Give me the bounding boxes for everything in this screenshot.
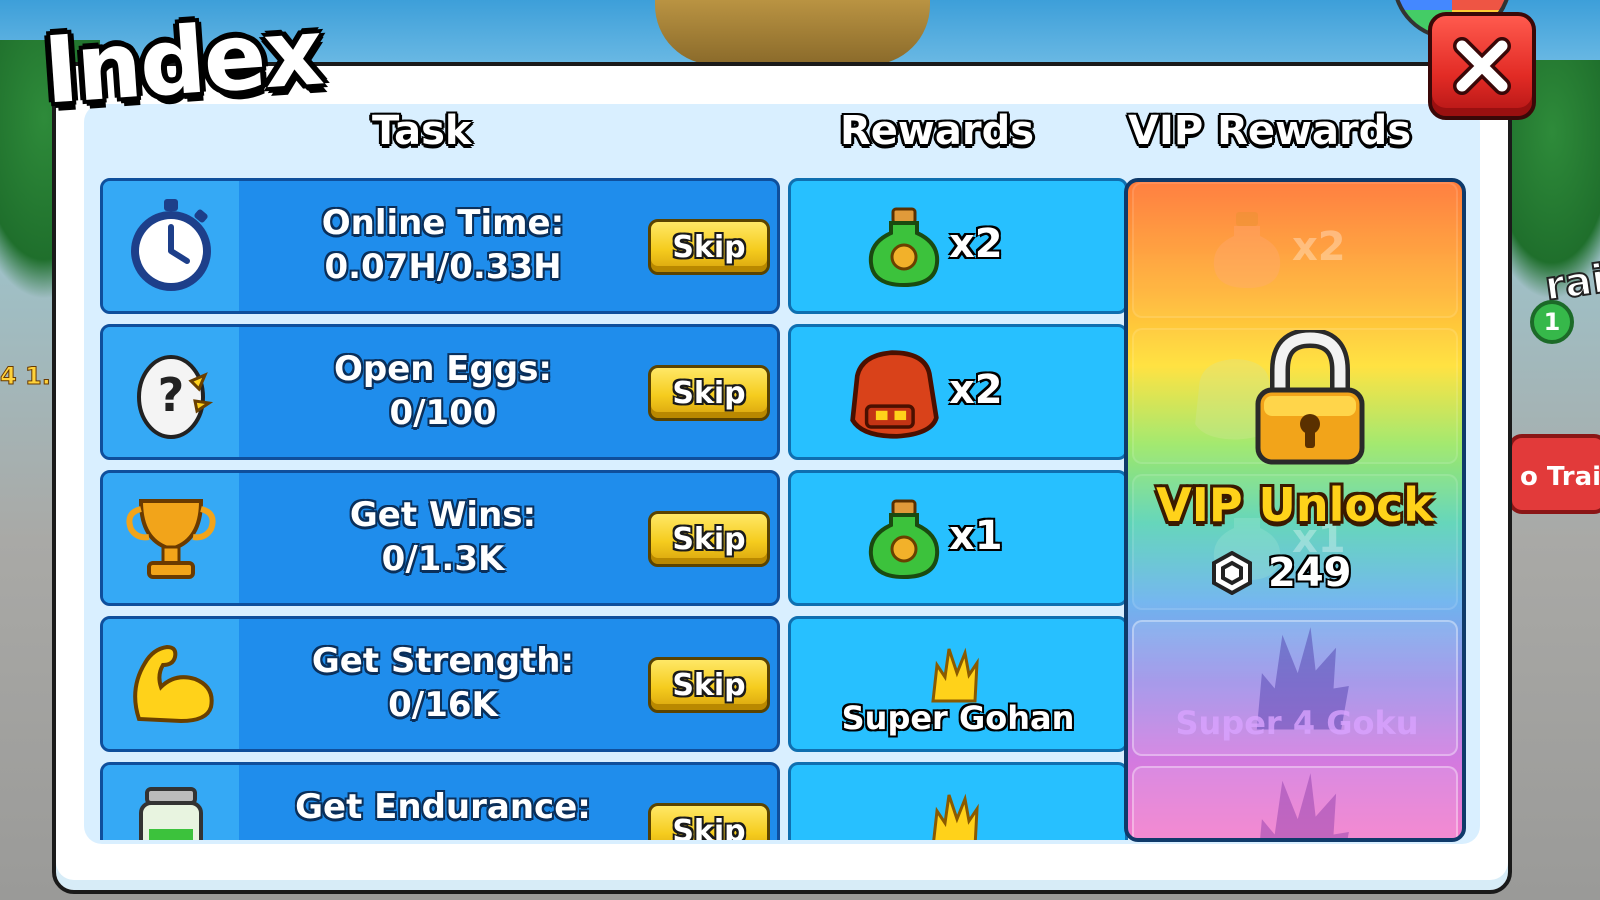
reward-cell: Super Gohan <box>788 616 1128 752</box>
task-progress: 0/16K <box>388 685 498 725</box>
potion-icon <box>868 207 940 288</box>
task-description: Get Endurance: <box>243 785 643 829</box>
auto-train-button[interactable]: o Train <box>1508 434 1600 514</box>
task-progress: 0/100 <box>389 393 497 433</box>
task-cell: Online Time: 0.07H/0.33H Skip <box>100 178 780 314</box>
vip-price-value: 249 <box>1268 550 1352 596</box>
character-icon <box>1260 773 1349 838</box>
task-description: Get Strength: 0/16K <box>243 639 643 727</box>
task-label: Get Endurance: <box>295 787 591 827</box>
character-icon <box>932 793 979 840</box>
mystery-egg-icon: ? <box>137 355 214 439</box>
reward-name: Super Gohan <box>841 699 1075 737</box>
task-description: Online Time: 0.07H/0.33H <box>243 201 643 289</box>
task-label: Get Wins: <box>349 495 537 535</box>
vip-price[interactable]: 249 <box>1210 550 1352 596</box>
task-label: Online Time: <box>321 203 565 243</box>
hut-roof <box>655 0 930 65</box>
skip-button[interactable]: Skip <box>648 803 770 840</box>
task-label: Open Eggs: <box>333 349 553 389</box>
vip-reward-quantity: x2 <box>1292 224 1346 270</box>
task-cell: Get Wins: 0/1.3K Skip <box>100 470 780 606</box>
reward-quantity: x2 <box>949 221 1003 267</box>
reward-quantity: x2 <box>949 367 1003 413</box>
jar-icon <box>139 787 203 840</box>
flexed-arm-icon <box>133 644 214 724</box>
stopwatch-icon <box>131 199 211 291</box>
padlock-icon <box>1255 330 1365 465</box>
skip-button[interactable]: Skip <box>648 657 770 713</box>
vip-reward-cell: Super 4 Goku <box>1132 620 1458 756</box>
task-cell: ? Open Eggs: 0/100 Skip <box>100 324 780 460</box>
potion-icon <box>1213 212 1281 288</box>
backpack-icon <box>850 350 939 439</box>
skip-button[interactable]: Skip <box>648 219 770 275</box>
column-header-task: Task <box>372 108 472 154</box>
reward-cell: x1 <box>788 470 1128 606</box>
task-label: Get Strength: <box>311 641 575 681</box>
vip-reward-cell <box>1132 766 1458 838</box>
task-cell: Get Endurance: Skip <box>100 762 780 840</box>
background-badge: 1 <box>1530 300 1574 344</box>
task-progress: 0/1.3K <box>381 539 505 579</box>
reward-quantity: x1 <box>949 513 1003 559</box>
column-header-vip-rewards: VIP Rewards <box>1128 108 1412 154</box>
vip-reward-cell: x2 <box>1132 182 1458 318</box>
window-title: Index <box>40 0 325 125</box>
skip-button[interactable]: Skip <box>648 511 770 567</box>
vip-reward-name: Super 4 Goku <box>1175 704 1419 742</box>
vip-unlock-label[interactable]: VIP Unlock <box>1124 478 1466 532</box>
character-icon <box>931 647 979 703</box>
reward-cell: x2 <box>788 324 1128 460</box>
reward-cell <box>788 762 1128 840</box>
task-description: Get Wins: 0/1.3K <box>243 493 643 581</box>
column-header-rewards: Rewards <box>840 108 1035 154</box>
task-description: Open Eggs: 0/100 <box>243 347 643 435</box>
potion-icon <box>868 499 940 580</box>
reward-cell: x2 <box>788 178 1128 314</box>
close-button[interactable] <box>1428 12 1536 120</box>
skip-button[interactable]: Skip <box>648 365 770 421</box>
background-left-text: 4 1. <box>0 362 51 391</box>
close-x-icon <box>1453 37 1511 95</box>
robux-icon <box>1212 551 1252 595</box>
task-progress: 0.07H/0.33H <box>324 247 562 287</box>
svg-text:?: ? <box>158 368 185 422</box>
task-cell: Get Strength: 0/16K Skip <box>100 616 780 752</box>
trophy-icon <box>126 499 216 579</box>
